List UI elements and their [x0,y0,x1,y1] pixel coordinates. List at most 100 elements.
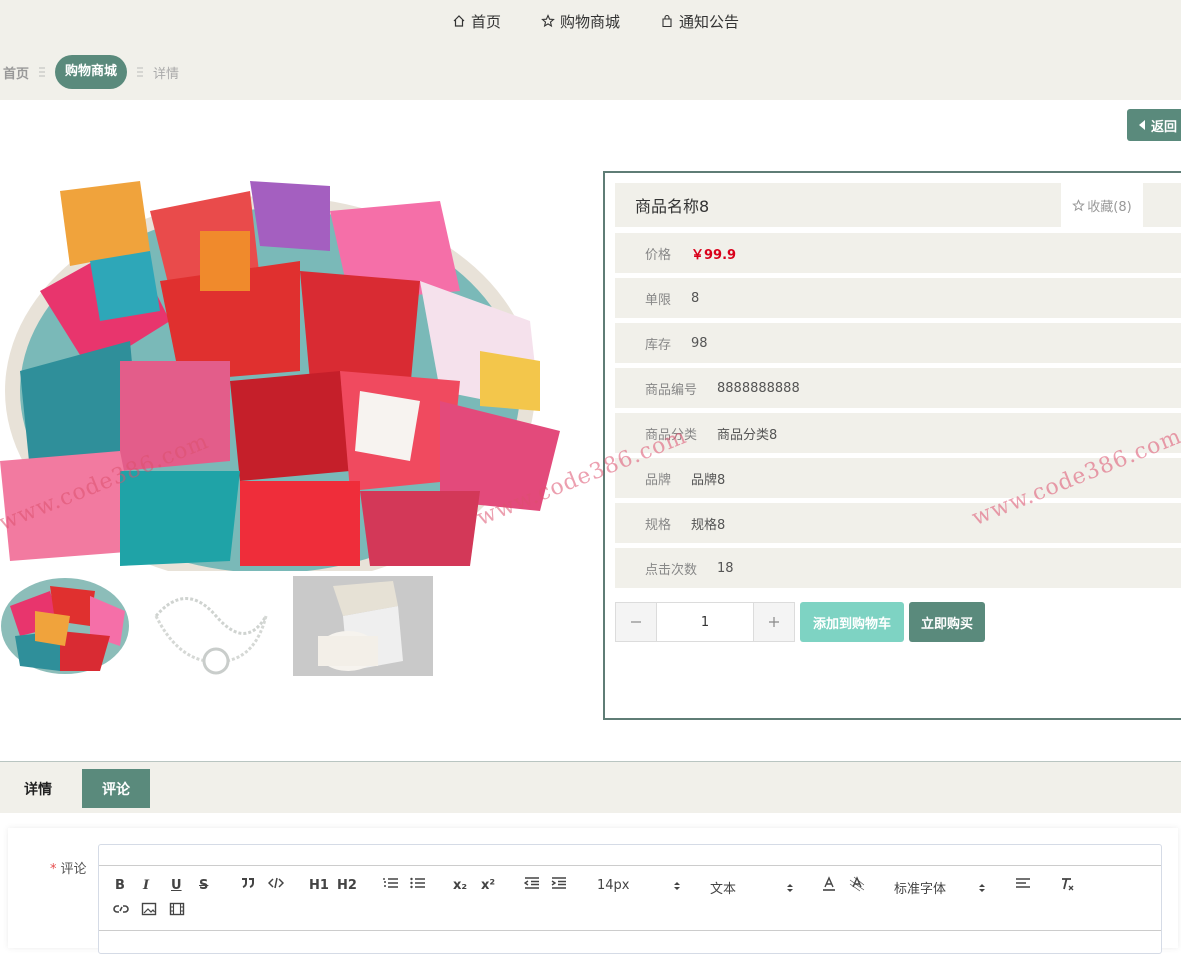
comment-label-text: 评论 [60,862,87,877]
star-outline-icon [1072,198,1086,211]
breadcrumb-home[interactable]: 首页 [0,63,29,82]
image-icon [141,902,157,916]
quote-icon [242,878,254,888]
font-size-select[interactable]: 14px [597,878,681,893]
link-icon [113,905,129,913]
action-cell [1143,183,1181,227]
product-name: 商品名称8 [615,183,1061,227]
indent-button[interactable] [551,876,567,890]
breadcrumb: 首页 购物商城 详情 [0,55,179,89]
quantity-decrease-button[interactable] [616,603,656,641]
nav-item-label: 购物商城 [559,12,620,31]
star-icon [541,14,555,28]
font-size-value: 14px [597,878,630,893]
header-select-value: 文本 [710,882,737,897]
attr-label: 品牌 [645,472,672,488]
attr-label: 库存 [645,337,672,353]
header-select[interactable]: 文本 [710,878,794,897]
video-icon [169,902,185,916]
background-color-icon [849,876,865,892]
tab-detail[interactable]: 详情 [0,769,76,808]
attr-value: 品牌8 [691,472,726,488]
plus-icon [769,617,779,627]
editor-toolbar: B I U S H1 H2 x₂ x² 14px 文本 标准字体 [99,865,1161,931]
main-nav: 首页 购物商城 通知公告 [0,0,1181,42]
product-thumbnail[interactable] [146,576,286,676]
nav-item-mall[interactable]: 购物商城 [541,11,620,32]
attr-stock: 库存 98 [615,323,1181,363]
minus-icon [631,621,641,623]
clear-format-button[interactable] [1059,876,1075,892]
select-arrows-icon [787,883,793,892]
attr-value: ￥99.9 [691,247,737,263]
nav-item-home[interactable]: 首页 [452,11,501,32]
favorite-button[interactable]: 收藏(8) [1063,183,1141,227]
ordered-list-icon [383,878,398,888]
attr-brand: 品牌 品牌8 [615,458,1181,498]
comment-editor[interactable]: B I U S H1 H2 x₂ x² 14px 文本 标准字体 [98,844,1162,954]
outdent-button[interactable] [524,876,540,890]
indent-icon [551,877,566,889]
align-left-icon [1016,878,1030,888]
back-button[interactable]: 返回 [1127,109,1181,141]
code-icon [268,877,284,889]
attr-price: 价格 ￥99.9 [615,233,1181,273]
image-button[interactable] [141,902,157,916]
breadcrumb-separator [127,66,153,78]
separator-icon [39,67,46,77]
back-button-label: 返回 [1151,119,1178,135]
attr-value: 规格8 [691,517,726,533]
background-color-button[interactable] [849,876,865,892]
attr-value: 8888888888 [717,380,800,396]
breadcrumb-mall[interactable]: 购物商城 [55,55,128,89]
top-bar: 首页 购物商城 通知公告 首页 购物商城 详情 [0,0,1181,100]
attr-spec: 规格 规格8 [615,503,1181,543]
attr-sku: 商品编号 8888888888 [615,368,1181,408]
buy-now-button[interactable]: 立即购买 [909,602,985,642]
strike-button[interactable]: S [199,878,208,893]
attr-label: 点击次数 [645,562,698,578]
attr-value: 98 [691,335,708,351]
attr-label: 规格 [645,517,672,533]
product-thumbnail[interactable] [0,576,140,676]
nav-item-label: 首页 [470,12,501,31]
quantity-increase-button[interactable] [754,603,794,641]
subscript-button[interactable]: x₂ [453,878,467,893]
select-arrows-icon [979,883,985,892]
attr-limit: 单限 8 [615,278,1181,318]
font-family-select[interactable]: 标准字体 [894,878,986,897]
tab-comment[interactable]: 评论 [82,769,150,808]
bold-button[interactable]: B [115,878,125,893]
text-color-button[interactable] [821,876,837,892]
code-button[interactable] [268,876,284,890]
underline-button[interactable]: U [171,878,182,893]
bag-icon [662,14,672,28]
superscript-button[interactable]: x² [481,878,495,893]
attr-value: 8 [691,290,700,306]
align-button[interactable] [1015,876,1031,890]
caret-left-icon [1139,120,1145,130]
blockquote-button[interactable] [240,876,256,890]
video-button[interactable] [169,902,185,916]
outdent-icon [524,877,539,889]
home-icon [453,15,465,27]
header2-button[interactable]: H2 [337,878,357,893]
attr-clicks: 点击次数 18 [615,548,1181,588]
link-button[interactable] [113,902,129,916]
quantity-stepper: 1 [615,602,795,642]
quantity-input[interactable]: 1 [656,603,754,641]
product-main-image [0,171,572,571]
favorite-label: 收藏(8) [1087,199,1132,215]
ordered-list-button[interactable] [383,876,399,890]
product-thumbnail[interactable] [293,576,433,676]
nav-item-notice[interactable]: 通知公告 [660,11,739,32]
separator-icon [137,67,144,77]
attr-label: 价格 [645,247,672,263]
add-to-cart-button[interactable]: 添加到购物车 [800,602,904,642]
bullet-list-button[interactable] [410,876,426,890]
italic-button[interactable]: I [143,878,149,893]
attr-category: 商品分类 商品分类8 [615,413,1181,453]
header1-button[interactable]: H1 [309,878,329,893]
required-mark: * [50,862,57,877]
attr-value: 商品分类8 [717,427,778,443]
